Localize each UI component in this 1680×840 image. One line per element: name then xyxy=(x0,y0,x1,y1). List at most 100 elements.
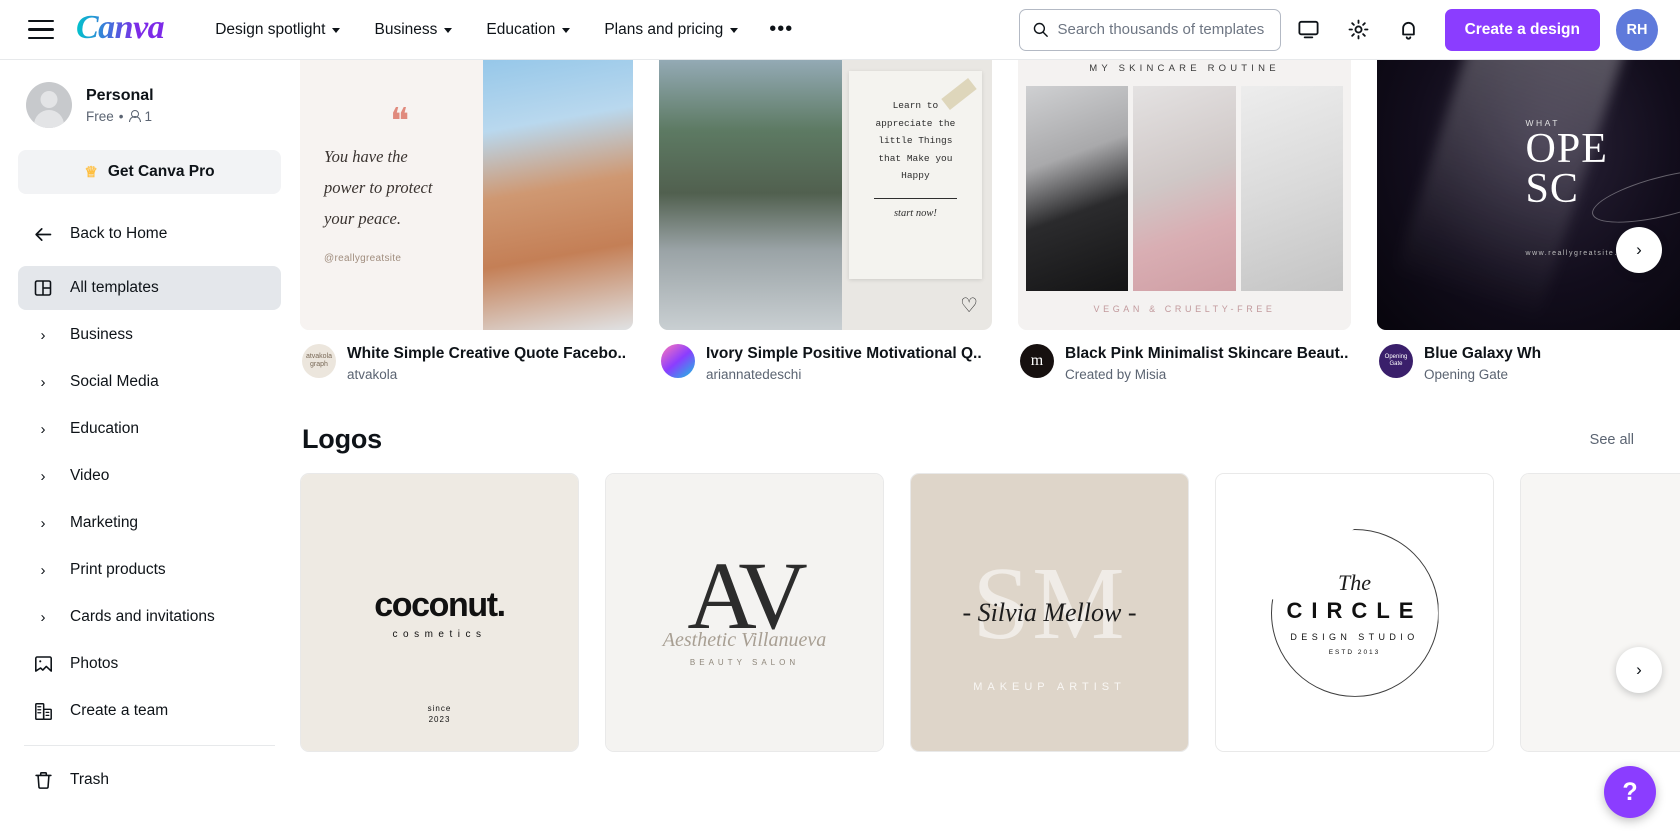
sidebar-label: Marketing xyxy=(70,514,139,531)
templates-next-arrow[interactable]: › xyxy=(1616,227,1662,273)
logo-subtext: cosmetics xyxy=(392,628,487,640)
sidebar-label: Trash xyxy=(70,771,110,788)
sidebar-item-video[interactable]: › Video xyxy=(18,454,281,498)
help-button[interactable]: ? xyxy=(1604,766,1656,818)
sidebar-label: Business xyxy=(70,326,133,343)
sidebar-label: Cards and invitations xyxy=(70,608,215,625)
author-avatar[interactable]: m xyxy=(1020,344,1054,378)
author-avatar[interactable]: atvakola graph xyxy=(302,344,336,378)
sidebar-divider xyxy=(24,745,275,746)
note-panel: Learn to appreciate the little Things th… xyxy=(848,71,982,280)
main-content: ❝ You have the power to protect your pea… xyxy=(300,60,1680,840)
get-canva-pro-button[interactable]: ♕ Get Canva Pro xyxy=(18,150,281,194)
sidebar-item-business[interactable]: › Business xyxy=(18,313,281,357)
template-thumbnail[interactable]: WHAT OPE SC www.reallygreatsite.com xyxy=(1377,60,1680,330)
arrow-left-icon xyxy=(32,223,54,245)
template-card[interactable]: ❝ You have the power to protect your pea… xyxy=(300,60,633,382)
sidebar-item-photos[interactable]: Photos xyxy=(18,642,281,686)
template-author[interactable]: atvakola xyxy=(347,367,626,382)
logo-card-coconut-cosmetics[interactable]: coconut. cosmetics since 2023 xyxy=(300,473,579,753)
template-meta: Ivory Simple Positive Motivational Q.. a… xyxy=(659,330,992,382)
search-box[interactable] xyxy=(1018,8,1281,51)
sidebar-label: All templates xyxy=(70,279,159,296)
nav-label: Plans and pricing xyxy=(604,20,724,38)
nav-label: Design spotlight xyxy=(215,20,326,38)
sidebar-item-education[interactable]: › Education xyxy=(18,407,281,451)
members-icon xyxy=(129,110,141,123)
chevron-down-icon xyxy=(444,28,453,33)
see-all-link[interactable]: See all xyxy=(1590,432,1634,448)
sidebar-item-all-templates[interactable]: All templates xyxy=(18,266,281,310)
chevron-down-icon xyxy=(332,28,341,33)
note-start-text: start now! xyxy=(893,207,937,219)
header-actions: Create a design RH xyxy=(1018,8,1680,52)
logos-next-arrow[interactable]: › xyxy=(1616,647,1662,693)
bell-icon[interactable] xyxy=(1387,8,1431,52)
template-thumbnail[interactable]: Learn to appreciate the little Things th… xyxy=(659,60,992,330)
note-line-2: appreciate the xyxy=(875,117,956,129)
template-author[interactable]: ariannatedeschi xyxy=(706,367,982,382)
plan-separator: • xyxy=(118,108,124,124)
logo-year: since 2023 xyxy=(427,704,452,725)
partial-logo-card xyxy=(1521,474,1680,752)
nav-item-plans-and-pricing[interactable]: Plans and pricing xyxy=(587,13,755,47)
create-a-design-button[interactable]: Create a design xyxy=(1444,8,1600,51)
template-author[interactable]: Created by Misia xyxy=(1065,367,1348,382)
sidebar-item-print-products[interactable]: › Print products xyxy=(18,548,281,592)
account-switcher[interactable]: Personal Free • 1 xyxy=(18,60,281,142)
template-title[interactable]: Blue Galaxy Wh xyxy=(1424,344,1541,363)
logo-wordmark: coconut. xyxy=(374,585,506,624)
main-navigation: Design spotlight Business Education Plan… xyxy=(198,13,807,47)
author-avatar[interactable] xyxy=(661,344,695,378)
top-header: Canva Design spotlight Business Educatio… xyxy=(0,0,1680,60)
pro-button-label: Get Canva Pro xyxy=(107,163,215,180)
chevron-down-icon xyxy=(562,28,571,33)
template-card[interactable]: WHAT OPE SC www.reallygreatsite.com Open… xyxy=(1377,60,1680,382)
nav-item-business[interactable]: Business xyxy=(357,13,469,47)
template-photo xyxy=(659,60,843,330)
sidebar-item-create-a-team[interactable]: Create a team xyxy=(18,689,281,733)
sidebar-label: Photos xyxy=(70,655,119,672)
template-author[interactable]: Opening Gate xyxy=(1424,367,1541,382)
logo-monogram: AV xyxy=(687,542,807,650)
skincare-photo-3 xyxy=(1240,86,1343,291)
logo-signature: - Silvia Mellow - xyxy=(962,597,1137,627)
logo-card-silvia-mellow[interactable]: SM - Silvia Mellow - MAKEUP ARTIST xyxy=(910,473,1189,753)
canva-logo[interactable]: Canva xyxy=(76,10,165,49)
back-to-home-button[interactable]: Back to Home xyxy=(18,212,281,256)
logo-card-aesthetic-villanueva[interactable]: AV Aesthetic Villanueva BEAUTY SALON xyxy=(605,473,884,753)
logos-section-header: Logos See all xyxy=(302,424,1680,455)
galaxy-layout: WHAT OPE SC www.reallygreatsite.com xyxy=(1377,60,1680,330)
aesthetic-villanueva-logo: AV Aesthetic Villanueva BEAUTY SALON xyxy=(606,474,883,752)
search-input[interactable] xyxy=(1057,21,1268,38)
note-line-3: little Things xyxy=(878,135,953,147)
logo-card-partial[interactable] xyxy=(1520,473,1680,753)
logo-subtext: BEAUTY SALON xyxy=(689,658,800,668)
sidebar-item-trash[interactable]: Trash xyxy=(18,758,281,802)
template-thumbnail[interactable]: ❝ You have the power to protect your pea… xyxy=(300,60,633,330)
more-nav-icon[interactable]: ••• xyxy=(755,14,807,45)
template-title[interactable]: Black Pink Minimalist Skincare Beaut.. xyxy=(1065,344,1348,363)
user-avatar[interactable]: RH xyxy=(1616,8,1658,51)
sidebar-item-social-media[interactable]: › Social Media xyxy=(18,360,281,404)
silvia-mellow-logo: SM - Silvia Mellow - MAKEUP ARTIST xyxy=(911,474,1188,752)
note-line-5: Happy xyxy=(901,170,930,182)
logo-signature: Aesthetic Villanueva xyxy=(662,629,827,652)
template-card[interactable]: Learn to appreciate the little Things th… xyxy=(659,60,992,382)
monitor-icon[interactable] xyxy=(1287,8,1331,52)
hamburger-menu-icon[interactable] xyxy=(28,19,54,40)
nav-item-design-spotlight[interactable]: Design spotlight xyxy=(198,13,357,47)
template-title[interactable]: White Simple Creative Quote Facebo.. xyxy=(347,344,626,363)
nav-item-education[interactable]: Education xyxy=(469,13,587,47)
search-icon xyxy=(1033,22,1048,37)
sidebar-item-cards-and-invitations[interactable]: › Cards and invitations xyxy=(18,595,281,639)
template-card[interactable]: MY SKINCARE ROUTINE VEGAN & CRUELTY-FREE… xyxy=(1018,60,1351,382)
chevron-right-icon: › xyxy=(40,608,46,626)
author-avatar[interactable]: Opening Gate xyxy=(1379,344,1413,378)
template-thumbnail[interactable]: MY SKINCARE ROUTINE VEGAN & CRUELTY-FREE xyxy=(1018,60,1351,330)
sidebar-item-marketing[interactable]: › Marketing xyxy=(18,501,281,545)
template-title[interactable]: Ivory Simple Positive Motivational Q.. xyxy=(706,344,982,363)
logo-card-the-circle[interactable]: The CIRCLE DESIGN STUDIO ESTD 2013 xyxy=(1215,473,1494,753)
gear-icon[interactable] xyxy=(1337,8,1381,52)
account-avatar xyxy=(26,82,72,128)
